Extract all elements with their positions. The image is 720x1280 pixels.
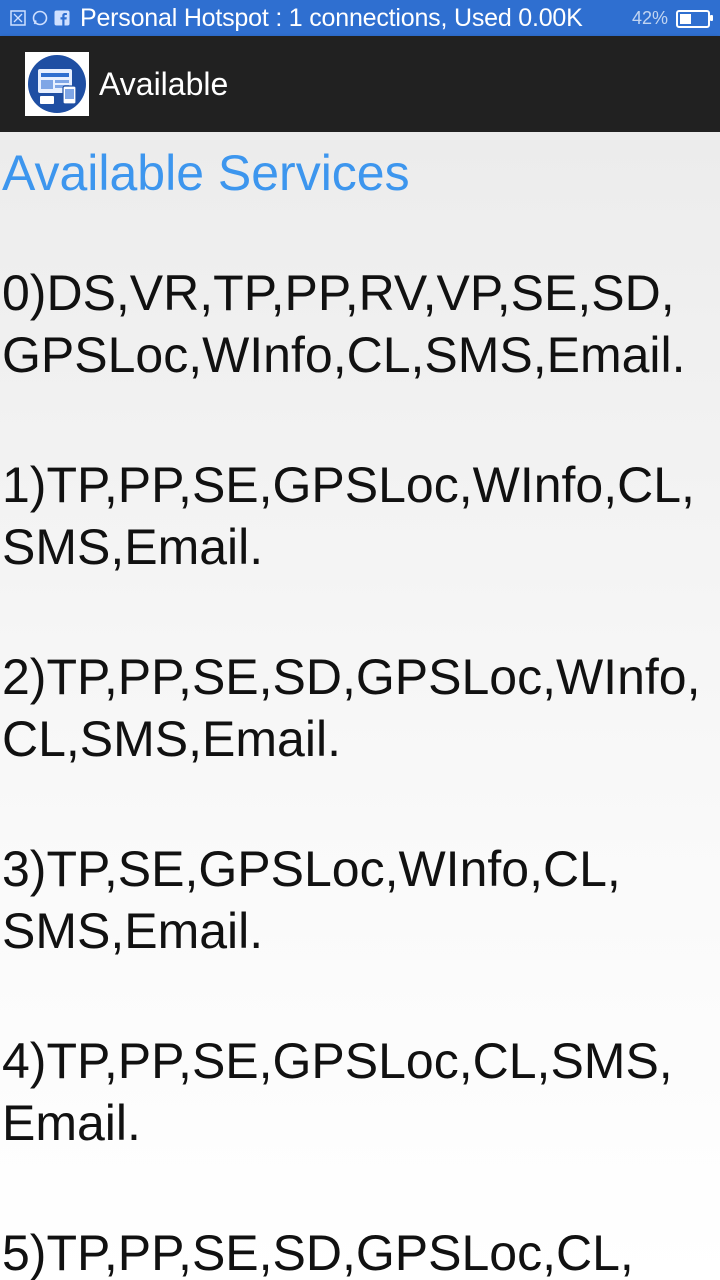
app-bar: Available [0, 36, 720, 132]
services-list: 0)DS,VR,TP,PP,RV,VP,SE,SD, GPSLoc,WInfo,… [0, 262, 720, 1280]
status-bar-left: Personal Hotspot : 1 connections, Used 0… [0, 4, 583, 33]
app-logo-icon[interactable] [25, 52, 89, 116]
facebook-icon [54, 10, 70, 26]
main-content[interactable]: Available Services 0)DS,VR,TP,PP,RV,VP,S… [0, 132, 720, 1280]
service-item: 5)TP,PP,SE,SD,GPSLoc,CL, [2, 1225, 634, 1280]
service-item: 1)TP,PP,SE,GPSLoc,WInfo,CL, SMS,Email. [2, 457, 695, 575]
status-bar: Personal Hotspot : 1 connections, Used 0… [0, 0, 720, 36]
service-item: 4)TP,PP,SE,GPSLoc,CL,SMS, Email. [2, 1033, 673, 1151]
service-item: 3)TP,SE,GPSLoc,WInfo,CL, SMS,Email. [2, 841, 621, 959]
service-item: 2)TP,PP,SE,SD,GPSLoc,WInfo, CL,SMS,Email… [2, 649, 701, 767]
sim-icon [10, 10, 26, 26]
hotspot-notification: Personal Hotspot : 1 connections, Used 0… [80, 3, 583, 32]
battery-fill [680, 13, 691, 24]
battery-percent: 42% [631, 8, 668, 28]
whatsapp-icon [32, 10, 48, 26]
section-title: Available Services [2, 145, 410, 201]
battery-icon [676, 9, 713, 28]
status-bar-right: 42% [631, 8, 713, 29]
app-title: Available [99, 65, 229, 102]
service-item: 0)DS,VR,TP,PP,RV,VP,SE,SD, GPSLoc,WInfo,… [2, 265, 686, 383]
